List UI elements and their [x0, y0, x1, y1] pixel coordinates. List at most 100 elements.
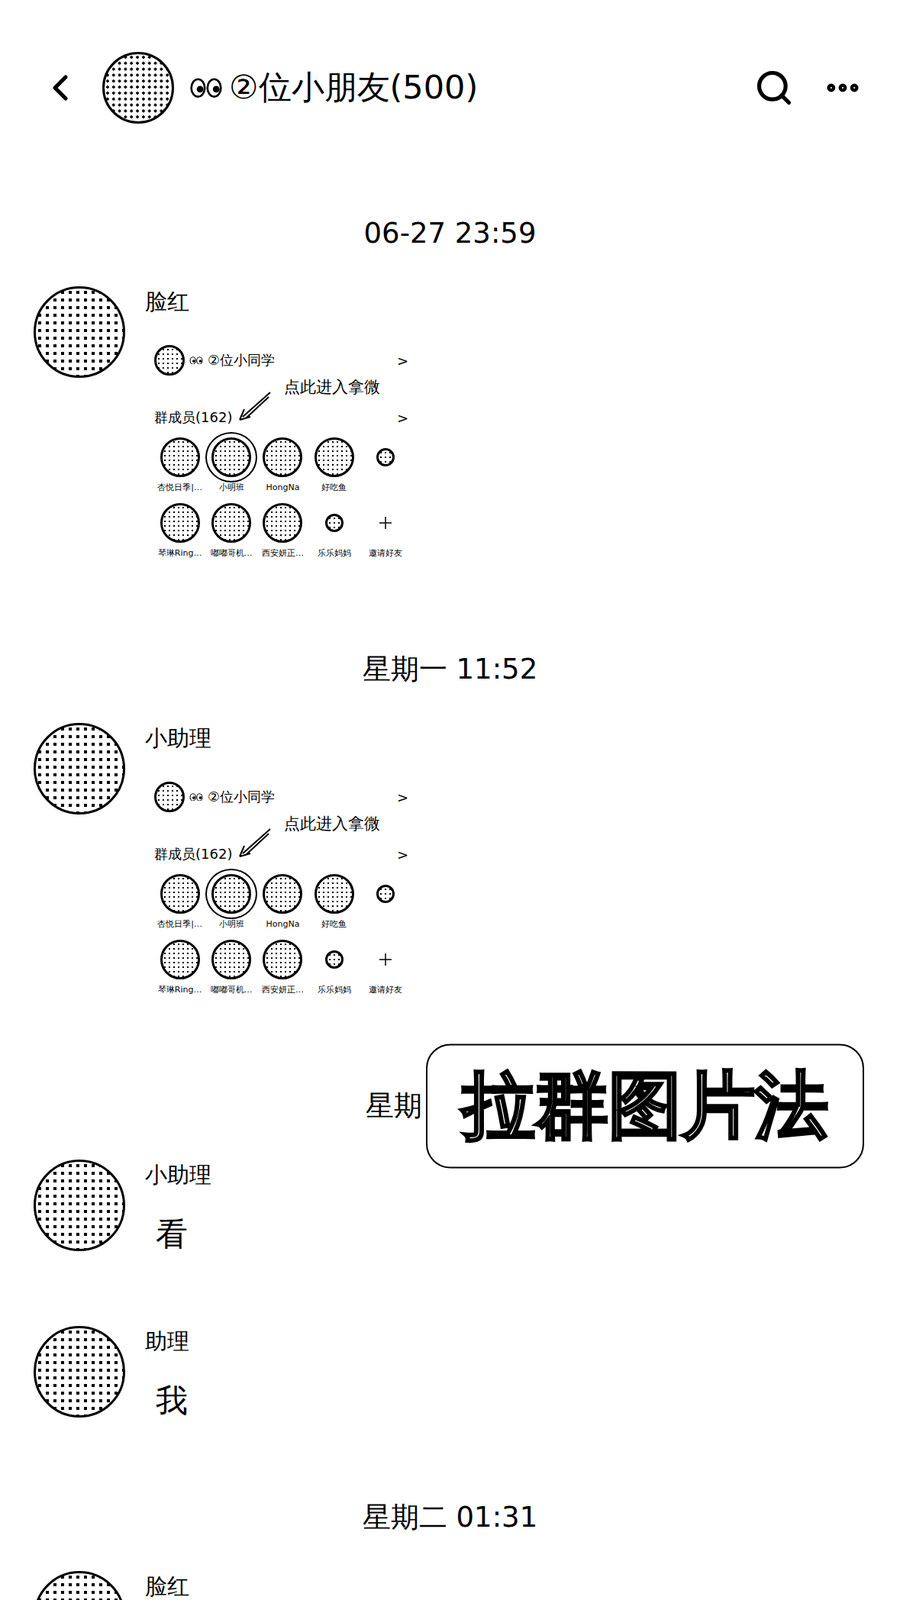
- group-avatar: [154, 345, 185, 376]
- group-member[interactable]: 杏悦日季|…: [154, 435, 206, 494]
- member-avatar[interactable]: [314, 874, 355, 914]
- member-avatar[interactable]: [262, 437, 303, 478]
- timestamp: 星期拉群图片法: [0, 1087, 900, 1126]
- group-member[interactable]: HongNa: [257, 871, 309, 930]
- group-member[interactable]: 小明班: [205, 435, 257, 494]
- chat-screen: ②位小朋友(500)06-27 23:59脸红②位小同学>点此进入拿微群成员(1…: [0, 0, 900, 1600]
- message-row: 小助理看: [0, 1159, 900, 1256]
- message-row: 脸红: [0, 1570, 900, 1600]
- group-member[interactable]: 乐乐妈妈: [308, 500, 360, 559]
- group-member[interactable]: 琴琳Ring…: [154, 937, 206, 996]
- group-member[interactable]: 乐乐妈妈: [308, 937, 360, 996]
- group-member[interactable]: 西安妍正…: [257, 937, 309, 996]
- member-name: 嘟嘟哥机…: [210, 984, 253, 996]
- group-member[interactable]: 西安妍正…: [257, 500, 309, 559]
- more-icon[interactable]: [822, 67, 863, 108]
- member-name: 小明班: [219, 919, 245, 930]
- member-name: 杏悦日季|…: [157, 482, 203, 494]
- member-avatar[interactable]: [376, 884, 395, 904]
- member-avatar[interactable]: [160, 939, 200, 980]
- member-name: 好吃鱼: [321, 919, 347, 930]
- sender-name: 小助理: [145, 1159, 212, 1191]
- message-list: 06-27 23:59脸红②位小同学>点此进入拿微群成员(162)>杏悦日季|……: [0, 137, 900, 1600]
- member-avatar[interactable]: [262, 874, 303, 914]
- member-avatar[interactable]: [160, 874, 200, 914]
- member-grid: 杏悦日季|… 小明班 HongNa 好吃鱼琴琳Ring… 嘟嘟哥机… 西安妍正…乐乐妈妈邀…: [154, 871, 412, 996]
- member-name: 嘟嘟哥机…: [210, 548, 253, 559]
- search-icon[interactable]: [754, 67, 794, 108]
- group-member[interactable]: 杏悦日季|…: [154, 871, 206, 930]
- members-label[interactable]: 群成员(162)>: [154, 404, 412, 431]
- member-avatar[interactable]: [314, 437, 355, 478]
- text-message[interactable]: 我: [145, 1379, 190, 1423]
- member-avatar[interactable]: [160, 503, 200, 543]
- more-button[interactable]: [816, 61, 870, 115]
- sender-name: 助理: [145, 1325, 190, 1357]
- group-member[interactable]: 嘟嘟哥机…: [205, 500, 257, 559]
- member-name: HongNa: [266, 482, 300, 494]
- group-member[interactable]: 琴琳Ring…: [154, 500, 206, 559]
- member-avatar[interactable]: [211, 939, 252, 980]
- group-member[interactable]: 好吃鱼: [308, 871, 360, 930]
- member-avatar[interactable]: [160, 437, 200, 478]
- sender-name: 小助理: [145, 722, 418, 754]
- group-card-title: ②位小同学>: [154, 780, 412, 814]
- arrow-icon: [235, 389, 274, 423]
- timestamp: 星期一 11:52: [0, 650, 900, 689]
- message-row: 脸红 ②位小同学>点此进入拿微群成员(162)> 杏悦日季|… 小明班 HongNa 好吃…: [0, 286, 900, 575]
- eyes-icon: [189, 77, 223, 98]
- message-row: 小助理 ②位小同学>点此进入拿微群成员(162)> 杏悦日季|… 小明班 HongNa 好…: [0, 722, 900, 1011]
- sender-avatar[interactable]: [33, 1159, 126, 1252]
- group-member[interactable]: [360, 871, 412, 930]
- sender-name: 脸红: [145, 1570, 190, 1600]
- member-avatar[interactable]: [325, 513, 344, 533]
- group-card-title: ②位小同学>: [154, 343, 412, 378]
- annotation: 点此进入拿微: [154, 813, 412, 834]
- group-member[interactable]: 小明班: [205, 871, 257, 930]
- text-message[interactable]: 看: [145, 1212, 212, 1256]
- member-name: 琴琳Ring…: [158, 984, 203, 996]
- member-name: HongNa: [266, 919, 300, 930]
- group-member[interactable]: HongNa: [257, 435, 309, 494]
- member-name: 西安妍正…: [261, 548, 304, 559]
- member-avatar[interactable]: [376, 448, 395, 467]
- member-avatar[interactable]: [325, 950, 344, 969]
- member-avatar[interactable]: [211, 874, 252, 914]
- member-name: 邀请好友: [368, 548, 403, 559]
- member-name: 邀请好友: [368, 984, 403, 996]
- eyes-icon: [189, 356, 204, 365]
- search-button[interactable]: [747, 61, 801, 115]
- timestamp: 星期二 01:31: [0, 1498, 900, 1537]
- member-avatar[interactable]: [262, 939, 303, 980]
- member-name: 琴琳Ring…: [158, 548, 203, 559]
- back-button[interactable]: [33, 61, 88, 115]
- image-message[interactable]: ②位小同学>点此进入拿微群成员(162)> 杏悦日季|… 小明班 HongNa 好吃鱼琴…: [145, 338, 418, 575]
- image-message[interactable]: ②位小同学>点此进入拿微群成员(162)> 杏悦日季|… 小明班 HongNa 好吃鱼琴…: [145, 775, 418, 1011]
- highlight-ring: [205, 868, 258, 920]
- overlay-label: 拉群图片法: [425, 1044, 865, 1169]
- member-avatar[interactable]: [211, 503, 252, 543]
- group-avatar: [154, 781, 185, 813]
- annotation: 点此进入拿微: [154, 377, 412, 397]
- group-avatar[interactable]: [102, 51, 175, 124]
- group-member[interactable]: 好吃鱼: [308, 435, 360, 494]
- group-member[interactable]: 邀请好友: [360, 500, 412, 559]
- eyes-icon: [189, 793, 204, 802]
- group-member[interactable]: 邀请好友: [360, 937, 412, 996]
- member-name: 小明班: [219, 482, 245, 494]
- sender-name: 脸红: [145, 286, 418, 317]
- group-member[interactable]: [360, 435, 412, 494]
- plus-icon[interactable]: [377, 951, 394, 968]
- member-avatar[interactable]: [262, 503, 303, 543]
- sender-avatar[interactable]: [33, 286, 126, 378]
- sender-avatar[interactable]: [33, 1570, 126, 1600]
- sender-avatar[interactable]: [33, 722, 126, 815]
- back-icon[interactable]: [38, 66, 82, 110]
- chat-title: ②位小朋友(500): [189, 65, 733, 110]
- member-avatar[interactable]: [211, 437, 252, 478]
- member-name: 乐乐妈妈: [317, 548, 352, 559]
- sender-avatar[interactable]: [33, 1325, 126, 1418]
- plus-icon[interactable]: [377, 515, 394, 531]
- group-member[interactable]: 嘟嘟哥机…: [205, 937, 257, 996]
- members-label[interactable]: 群成员(162)>: [154, 841, 412, 868]
